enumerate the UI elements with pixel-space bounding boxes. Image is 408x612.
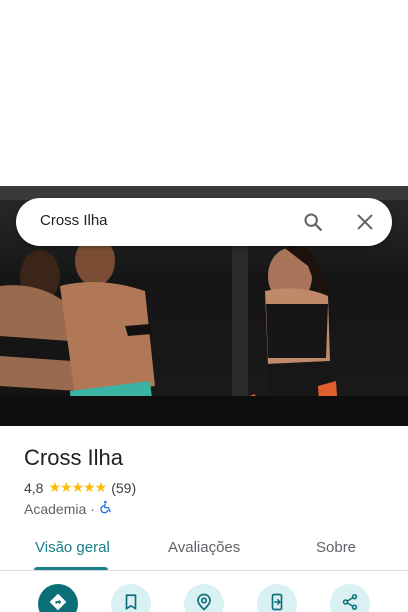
search-icon[interactable] (302, 211, 324, 233)
location-pin-icon (195, 593, 213, 612)
send-to-phone-icon (268, 593, 286, 612)
place-title: Cross Ilha (24, 445, 124, 470)
place-category[interactable]: Academia (24, 501, 86, 517)
search-bar[interactable]: Cross Ilha (16, 198, 392, 246)
action-buttons (0, 584, 408, 612)
send-to-phone-button[interactable] (257, 584, 297, 612)
search-input[interactable]: Cross Ilha (40, 212, 108, 229)
active-tab-indicator (34, 567, 108, 570)
directions-button[interactable] (38, 584, 78, 612)
tab-bar: Visão geral Avaliações Sobre (0, 528, 408, 571)
share-button[interactable] (330, 584, 370, 612)
directions-icon (48, 592, 68, 612)
rating-row[interactable]: 4,8 ★★★★★ (59) (24, 479, 136, 496)
tab-about[interactable]: Sobre (316, 539, 356, 556)
review-count[interactable]: (59) (111, 480, 136, 496)
share-icon (341, 593, 359, 612)
category-row: Academia · (24, 500, 113, 517)
wheelchair-accessible-icon (99, 500, 113, 517)
save-button[interactable] (111, 584, 151, 612)
tab-overview[interactable]: Visão geral (35, 539, 110, 556)
rating-stars: ★★★★★ (48, 479, 107, 495)
nearby-button[interactable] (184, 584, 224, 612)
bookmark-icon (122, 593, 140, 612)
photo-floor (0, 396, 408, 426)
rating-value: 4,8 (24, 479, 44, 496)
separator-dot: · (90, 500, 95, 517)
tab-reviews[interactable]: Avaliações (168, 539, 240, 556)
close-icon[interactable] (354, 211, 376, 233)
